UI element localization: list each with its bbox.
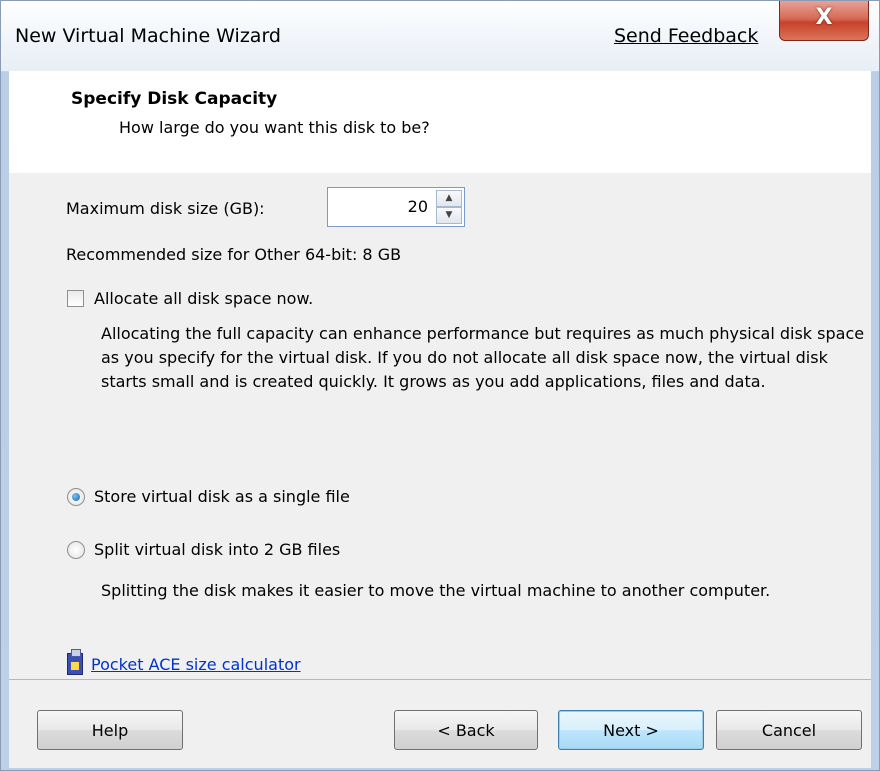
close-button[interactable]: X: [779, 1, 869, 41]
back-button[interactable]: < Back: [394, 710, 538, 750]
help-button[interactable]: Help: [37, 710, 183, 750]
wizard-content: Maximum disk size (GB): 20 ▲ ▼ Recommend…: [9, 173, 871, 680]
recommended-size-text: Recommended size for Other 64-bit: 8 GB: [66, 245, 402, 264]
split-file-radio[interactable]: [67, 540, 85, 559]
disk-size-label: Maximum disk size (GB):: [66, 199, 265, 218]
close-icon: X: [815, 5, 833, 30]
page-subtitle: How large do you want this disk to be?: [119, 118, 430, 137]
spinner-arrows: ▲ ▼: [436, 190, 462, 224]
cancel-button[interactable]: Cancel: [716, 710, 862, 750]
pocket-ace-link-row[interactable]: Pocket ACE size calculator: [67, 649, 301, 675]
split-file-label[interactable]: Split virtual disk into 2 GB files: [94, 540, 340, 559]
next-button[interactable]: Next >: [558, 710, 704, 750]
send-feedback-link[interactable]: Send Feedback: [614, 25, 758, 47]
disk-size-spinner[interactable]: 20 ▲ ▼: [327, 187, 465, 227]
page-title: Specify Disk Capacity: [71, 89, 278, 109]
single-file-label[interactable]: Store virtual disk as a single file: [94, 487, 350, 506]
spin-up-icon[interactable]: ▲: [436, 190, 462, 207]
button-bar: Help < Back Next > Cancel: [9, 680, 871, 768]
wizard-window: New Virtual Machine Wizard Send Feedback…: [0, 0, 880, 771]
single-file-radio[interactable]: [67, 487, 85, 506]
usb-drive-icon: [67, 649, 83, 675]
allocate-description: Allocating the full capacity can enhance…: [101, 324, 865, 391]
title-bar: New Virtual Machine Wizard Send Feedback…: [1, 1, 879, 72]
wizard-header: Specify Disk Capacity How large do you w…: [9, 71, 871, 174]
single-file-radio-row[interactable]: Store virtual disk as a single file: [67, 487, 350, 506]
disk-size-value[interactable]: 20: [408, 197, 428, 216]
pocket-ace-link[interactable]: Pocket ACE size calculator: [91, 655, 301, 674]
allocate-all-checkbox-row[interactable]: Allocate all disk space now.: [67, 289, 313, 308]
split-file-radio-row[interactable]: Split virtual disk into 2 GB files: [67, 540, 340, 559]
split-description: Splitting the disk makes it easier to mo…: [101, 581, 771, 600]
allocate-all-checkbox[interactable]: [67, 290, 84, 307]
allocate-all-label[interactable]: Allocate all disk space now.: [94, 289, 313, 308]
window-title: New Virtual Machine Wizard: [15, 25, 281, 47]
spin-down-icon[interactable]: ▼: [436, 207, 462, 224]
